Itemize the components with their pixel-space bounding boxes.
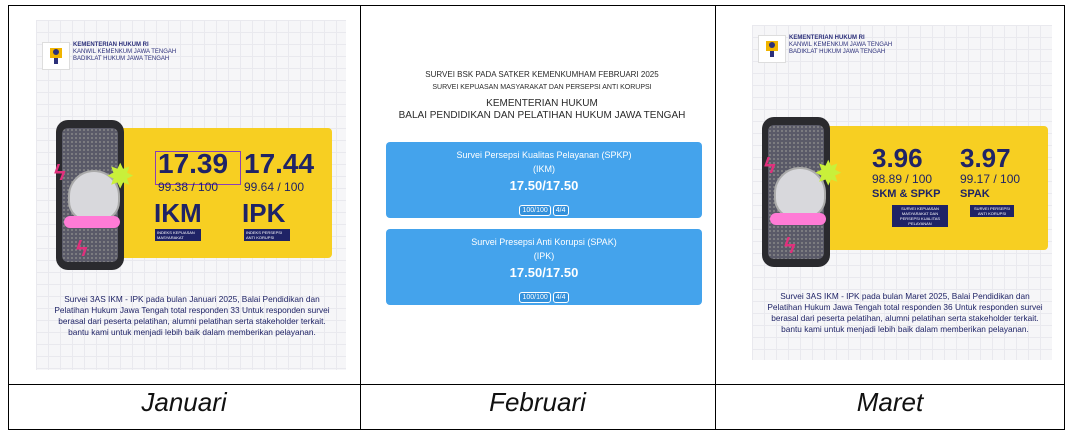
survey-heading-1: SURVEI BSK PADA SATKER KEMENKUMHAM FEBRU… — [425, 70, 659, 79]
bell-ring-icon — [770, 213, 826, 225]
row-divider — [9, 384, 1064, 385]
survey-heading-4: BALAI PENDIDIKAN DAN PELATIHAN HUKUM JAW… — [398, 110, 686, 121]
spak-maret-tag: SURVEI PERSEPSI ANTI KORUPSI — [970, 205, 1014, 217]
ipk-score: 17.44 — [244, 148, 315, 179]
survey-heading-2: SURVEI KEPUASAN MASYARAKAT DAN PERSEPSI … — [432, 84, 652, 91]
ikm-tag: INDEKS KEPUASAN MASYARAKAT — [155, 229, 201, 241]
spak-code: (IPK) — [533, 251, 555, 261]
ikm-label: IKM — [154, 198, 202, 228]
star-burst-icon: ✸ — [814, 155, 843, 193]
spkp-code: (IKM) — [533, 164, 555, 174]
skm-label: SKM & SPKP — [872, 188, 941, 200]
org-name: KEMENTERIAN HUKUM RI KANWIL KEMENKUM JAW… — [73, 42, 176, 63]
skm-subscore: 98.89 / 100 — [872, 172, 933, 186]
org-line: KEMENTERIAN HUKUM RI — [73, 42, 149, 48]
spkp-count-pill: 4/4 — [552, 205, 569, 216]
org-line: KANWIL KEMENKUM JAWA TENGAH — [789, 42, 893, 48]
februari-survey-page: SURVEI BSK PADA SATKER KEMENKUMHAM FEBRU… — [378, 62, 706, 322]
caption-maret: Maret — [856, 387, 924, 417]
ipk-tag: INDEKS PERSEPSI ANTI KORUPSI — [244, 229, 290, 241]
org-name: KEMENTERIAN HUKUM RI KANWIL KEMENKUM JAW… — [789, 35, 892, 56]
ikm-score: 17.39 — [158, 148, 229, 179]
ikm-subscore: 99.38 / 100 — [158, 180, 219, 194]
spak-score: 17.50/17.50 — [509, 265, 579, 280]
spkp-percent-pill: 100/100 — [519, 205, 551, 216]
spak-percent-pill: 100/100 — [519, 292, 551, 303]
lightning-icon: ϟ — [784, 233, 796, 258]
ipk-subscore: 99.64 / 100 — [244, 180, 305, 194]
column-divider — [715, 6, 716, 429]
ipk-label: IPK — [242, 198, 286, 228]
spak-title: Survei Presepsi Anti Korupsi (SPAK) — [471, 237, 617, 247]
org-line: KEMENTERIAN HUKUM RI — [789, 35, 865, 41]
januari-poster: KEMENTERIAN HUKUM RI KANWIL KEMENKUM JAW… — [36, 20, 346, 370]
skm-tag: SURVEI KEPUASAN MASYARAKAT DAN PERSEPSI … — [892, 205, 948, 227]
spak-maret-subscore: 99.17 / 100 — [960, 172, 1021, 186]
survey-heading-3: KEMENTERIAN HUKUM — [486, 98, 598, 109]
spkp-score: 17.50/17.50 — [509, 178, 579, 193]
star-burst-icon: ✸ — [106, 158, 135, 196]
org-line: BADIKLAT HUKUM JAWA TENGAH — [789, 49, 886, 55]
spak-maret-label: SPAK — [960, 188, 990, 200]
spak-card[interactable]: Survei Presepsi Anti Korupsi (SPAK) (IPK… — [386, 229, 702, 305]
lightning-icon: ϟ — [76, 236, 88, 261]
spkp-card[interactable]: Survei Persepsi Kualitas Pelayanan (SPKP… — [386, 142, 702, 218]
lightning-icon: ϟ — [54, 160, 66, 185]
org-line: KANWIL KEMENKUM JAWA TENGAH — [73, 49, 177, 55]
spkp-title: Survei Persepsi Kualitas Pelayanan (SPKP… — [456, 150, 632, 160]
maret-poster: KEMENTERIAN HUKUM RI KANWIL KEMENKUM JAW… — [752, 25, 1052, 360]
poster-description: Survei 3AS IKM - IPK pada bulan Maret 20… — [767, 291, 1043, 334]
org-line: BADIKLAT HUKUM JAWA TENGAH — [73, 56, 170, 62]
lightning-icon: ϟ — [764, 153, 776, 178]
kemenkum-logo — [42, 42, 70, 70]
poster-description: Survei 3AS IKM - IPK pada bulan Januari … — [54, 294, 330, 337]
column-divider — [360, 6, 361, 429]
spak-maret-score: 3.97 — [960, 143, 1011, 173]
skm-score: 3.96 — [872, 143, 923, 173]
caption-januari: Januari — [141, 387, 227, 417]
bell-ring-icon — [64, 216, 120, 228]
kemenkum-logo — [758, 35, 786, 63]
caption-februari: Februari — [489, 387, 586, 417]
spak-count-pill: 4/4 — [552, 292, 569, 303]
